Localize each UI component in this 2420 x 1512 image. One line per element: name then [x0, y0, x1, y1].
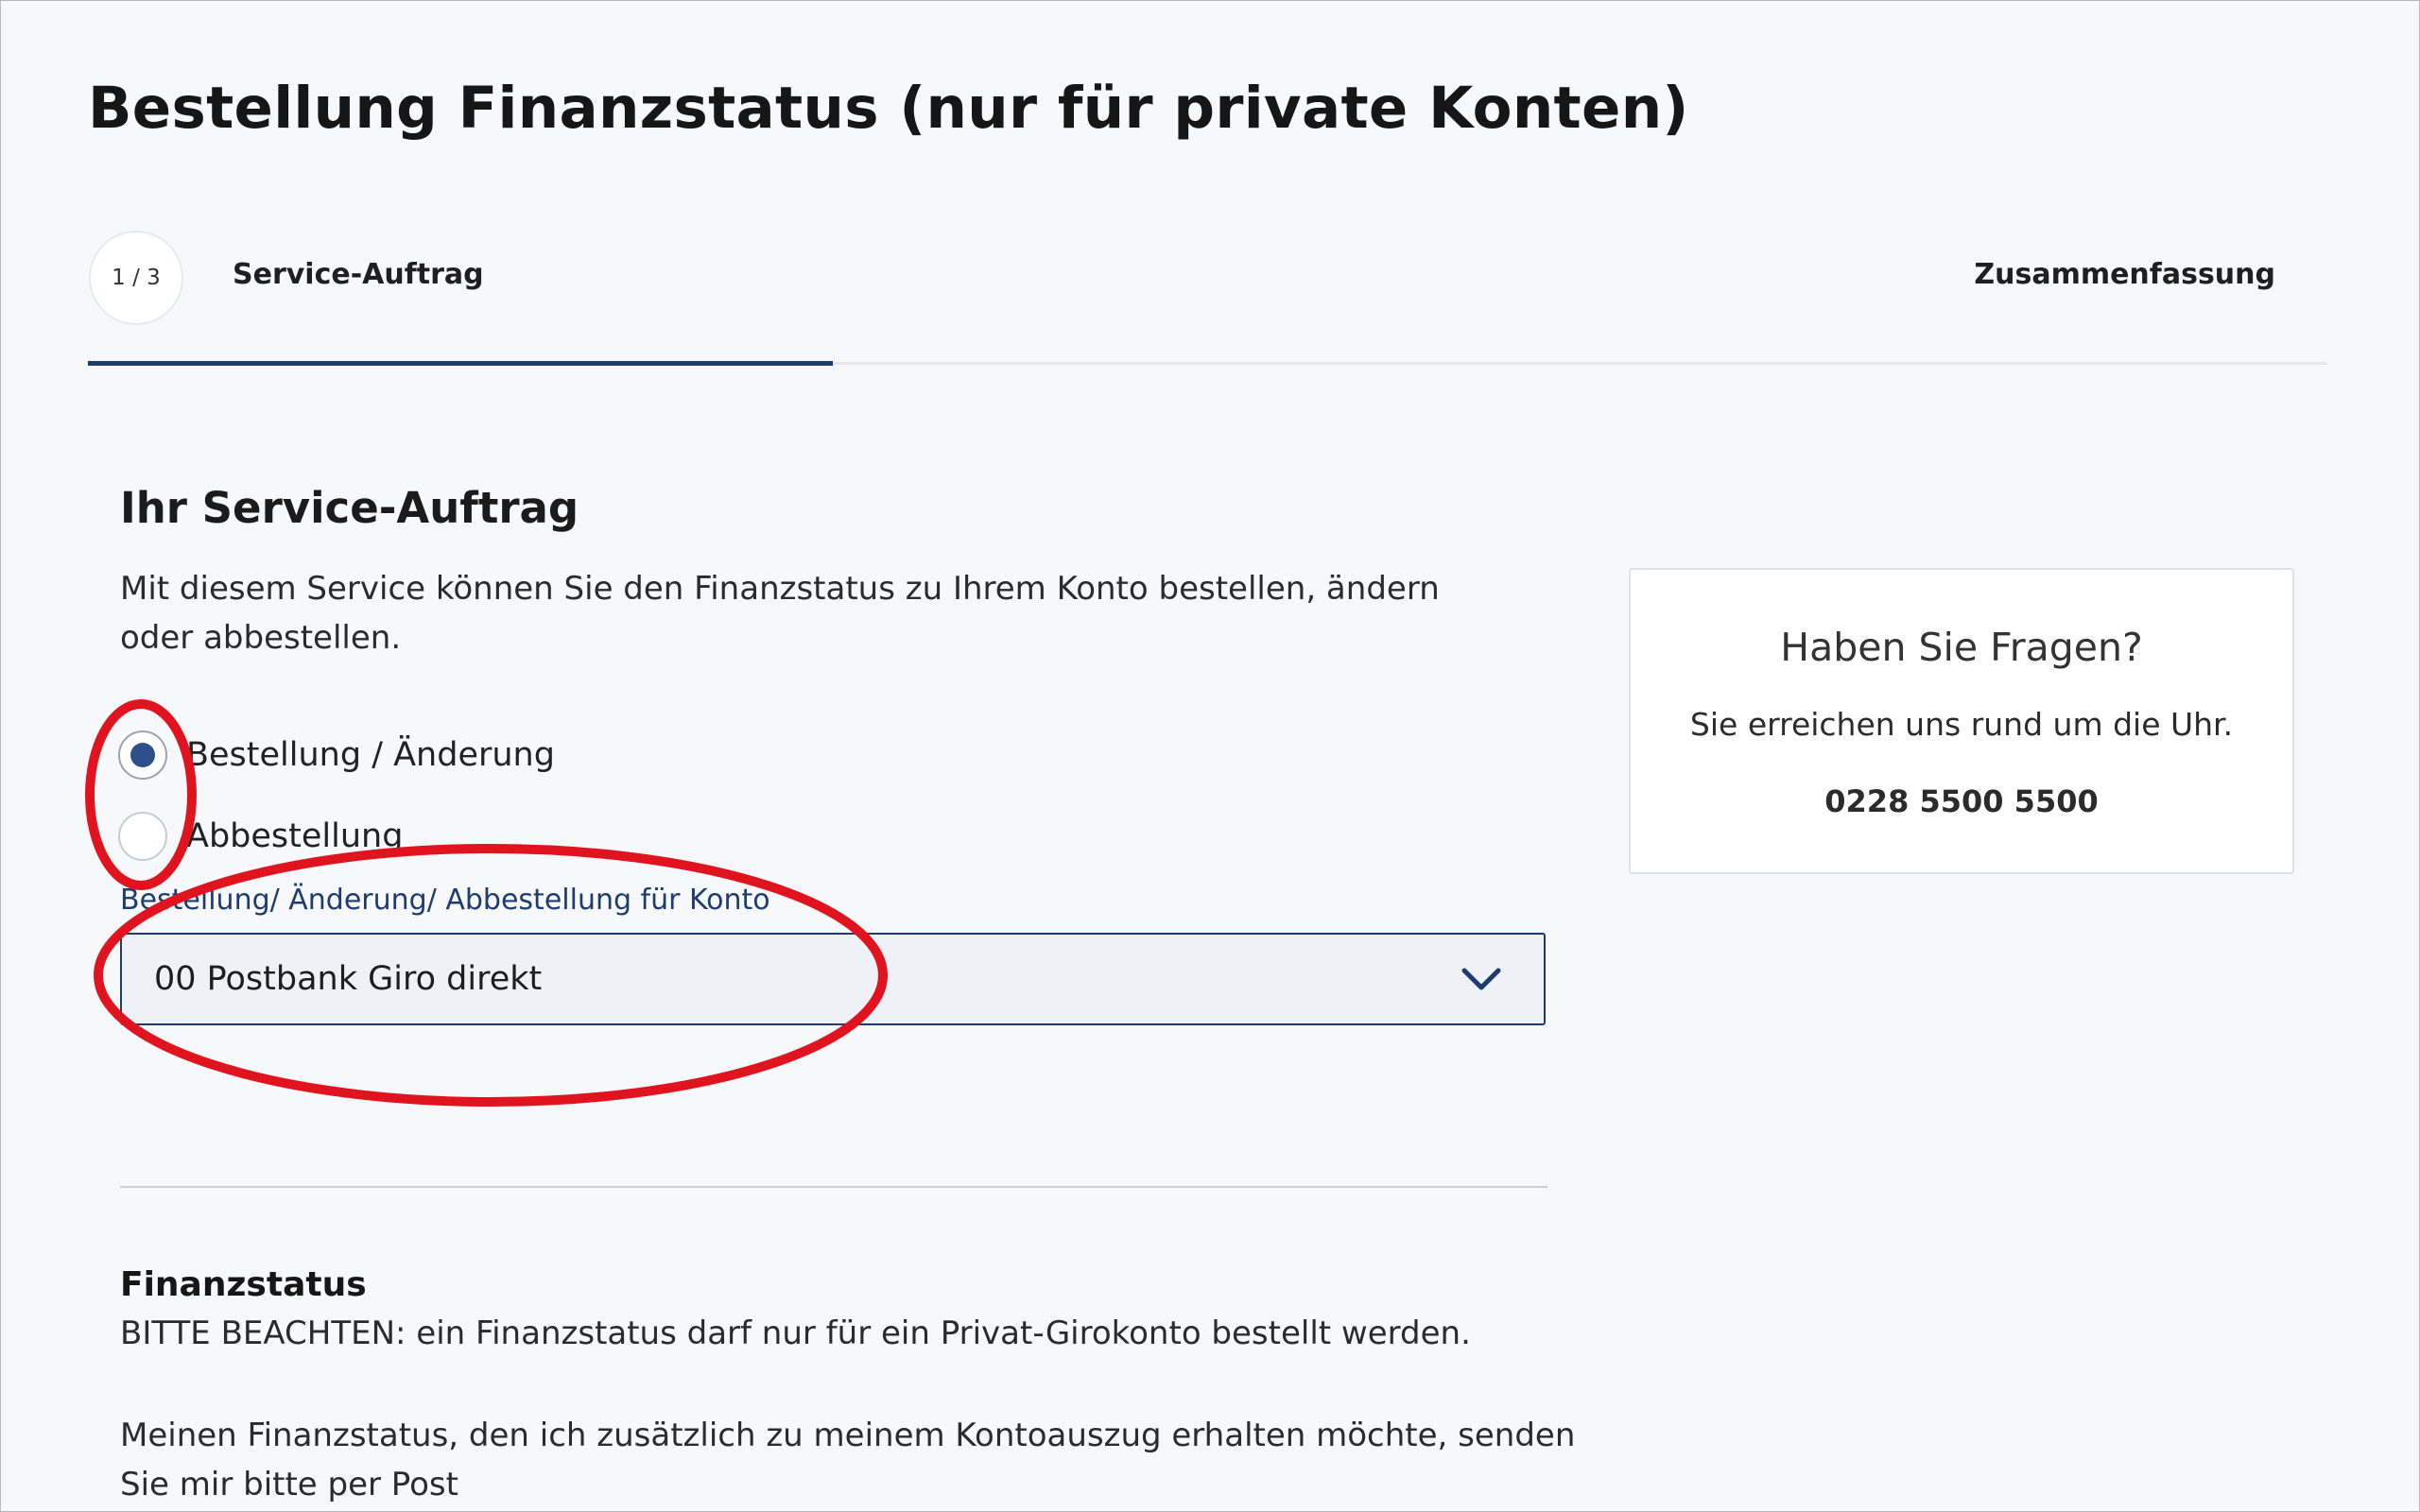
- finanzstatus-description: Meinen Finanzstatus, den ich zusätzlich …: [120, 1417, 1576, 1503]
- radio-option-bestellung[interactable]: Bestellung / Änderung: [118, 730, 555, 780]
- radio-dot: [130, 743, 155, 767]
- page-title: Bestellung Finanzstatus (nur für private…: [88, 75, 1689, 142]
- radio-button-selected[interactable]: [118, 730, 167, 780]
- help-phone[interactable]: 0228 5500 5500: [1631, 783, 2292, 819]
- help-title: Haben Sie Fragen?: [1780, 625, 2143, 670]
- chevron-down-icon: [1461, 968, 1501, 990]
- account-select[interactable]: 00 Postbank Giro direkt: [120, 933, 1546, 1025]
- help-text: Sie erreichen uns rund um die Uhr.: [1689, 706, 2234, 743]
- account-field-label: Bestellung/ Änderung/ Abbestellung für K…: [120, 884, 770, 917]
- page-frame: Bestellung Finanzstatus (nur für private…: [0, 0, 2420, 1512]
- help-card: Haben Sie Fragen? Sie erreichen uns rund…: [1629, 568, 2294, 874]
- section-divider: [120, 1186, 1547, 1188]
- step-label-service-auftrag: Service-Auftrag: [233, 258, 484, 291]
- account-select-value: 00 Postbank Giro direkt: [154, 960, 543, 998]
- progress-fill: [88, 361, 833, 366]
- radio-option-abbestellung[interactable]: Abbestellung: [118, 812, 403, 861]
- step-label-zusammenfassung: Zusammenfassung: [1974, 258, 2275, 291]
- finanzstatus-title: Finanzstatus: [120, 1265, 367, 1304]
- finanzstatus-note: BITTE BEACHTEN: ein Finanzstatus darf nu…: [120, 1314, 1471, 1352]
- section-heading: Ihr Service-Auftrag: [120, 483, 579, 533]
- radio-label-bestellung[interactable]: Bestellung / Änderung: [186, 736, 555, 774]
- step-counter: 1 / 3: [89, 231, 183, 325]
- intro-text: Mit diesem Service können Sie den Finanz…: [120, 570, 1440, 657]
- radio-button[interactable]: [118, 812, 167, 861]
- radio-label-abbestellung[interactable]: Abbestellung: [186, 817, 403, 855]
